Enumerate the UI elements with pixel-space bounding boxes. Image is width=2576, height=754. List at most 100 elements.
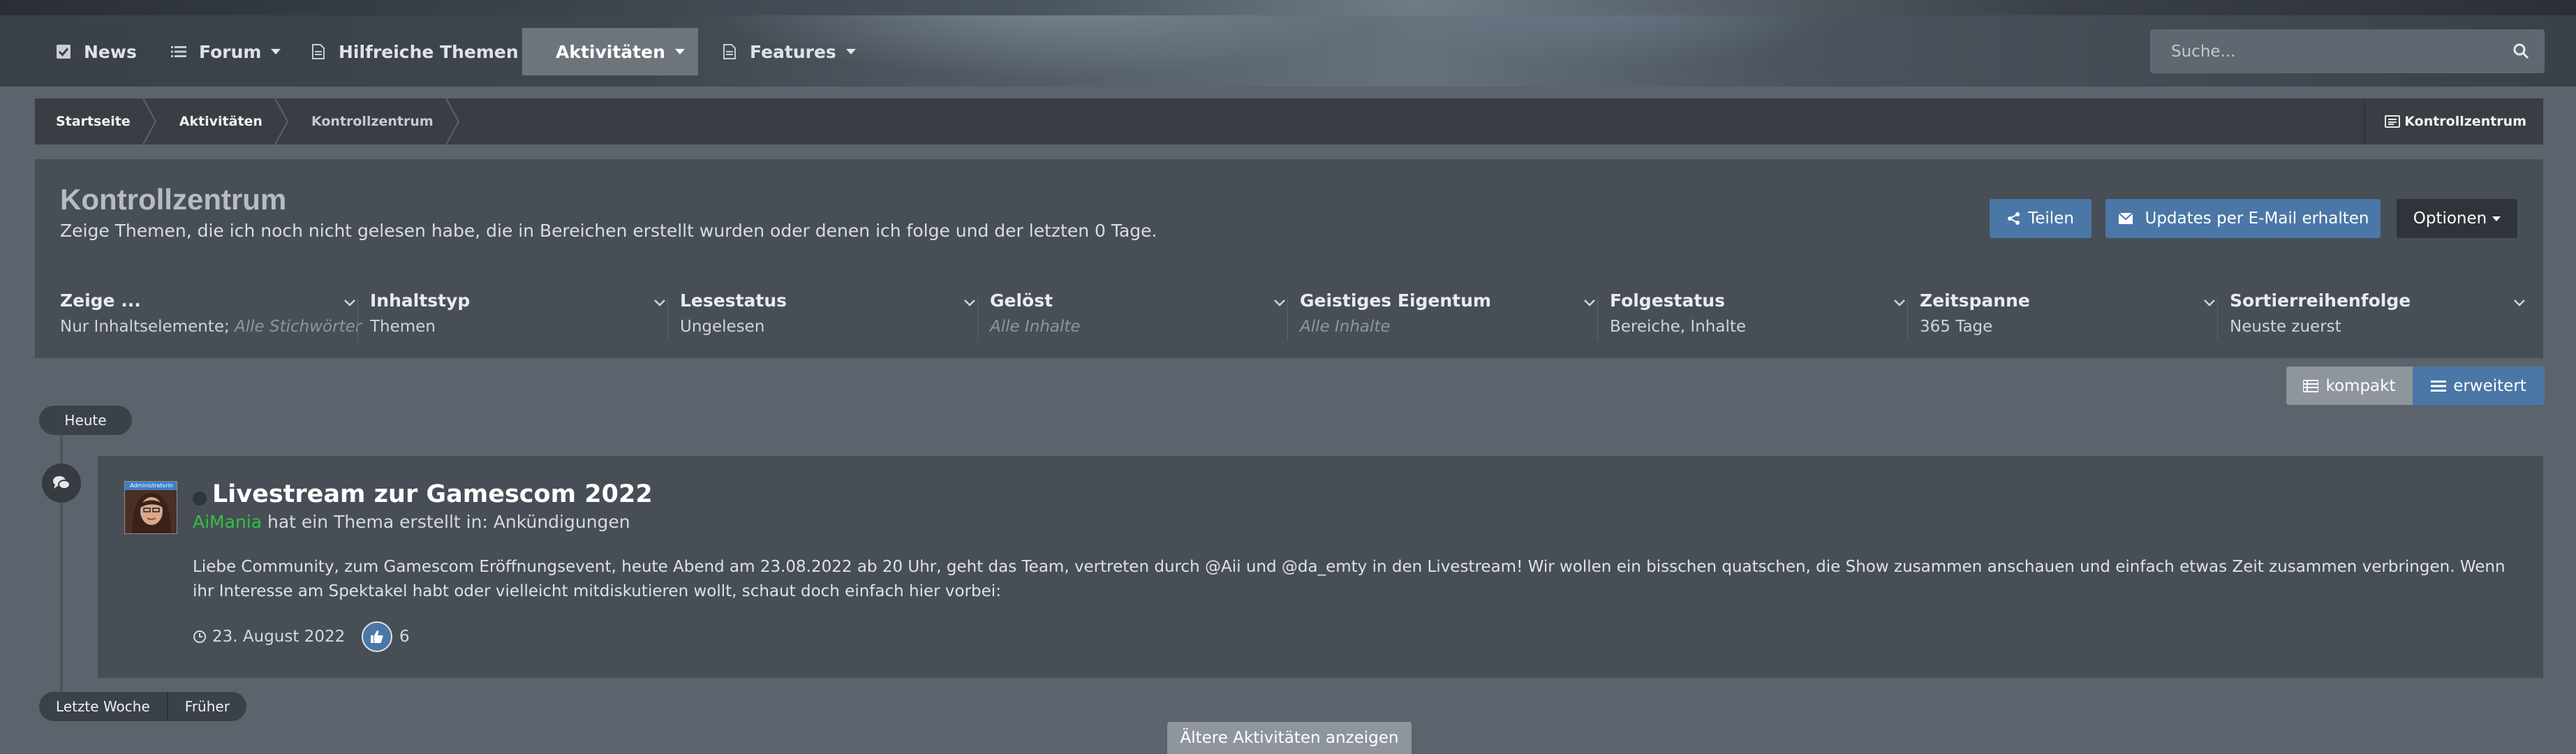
nav-item-label: Hilfreiche Themen [339, 41, 519, 62]
nav-item-news[interactable]: News [35, 28, 158, 75]
load-older-activities-button[interactable]: Ältere Aktivitäten anzeigen [1167, 722, 1412, 754]
activity-title[interactable]: Livestream zur Gamescom 2022 [212, 480, 653, 508]
filter-zeitspanne[interactable]: Zeitspanne 365 Tage [1907, 290, 2230, 341]
share-icon [2008, 212, 2020, 225]
filter-folgestatus[interactable]: Folgestatus Bereiche, Inhalte [1597, 290, 1920, 341]
filter-divider [357, 297, 358, 341]
breadcrumb-separator [445, 98, 459, 145]
breadcrumb-item-aktivitaeten[interactable]: Aktivitäten [158, 98, 290, 145]
chevron-down-icon [1894, 300, 1905, 306]
filter-label: Inhaltstyp [370, 290, 471, 311]
activity-date-text: 23. August 2022 [212, 628, 346, 646]
nav-item-forum[interactable]: Forum [150, 28, 302, 75]
checkbox-icon [57, 45, 71, 59]
activity-body: Liebe Community, zum Gamescom Eröffnungs… [193, 558, 2505, 600]
filter-label: Zeige ... [60, 290, 141, 311]
filter-placeholder: Alle Inhalte [990, 318, 1081, 336]
nav-item-aktivitaeten[interactable]: Aktivitäten [522, 28, 698, 75]
compact-view-label: kompakt [2325, 376, 2396, 395]
breadcrumb-right-link[interactable]: Kontrollzentrum [2364, 98, 2543, 145]
nav-item-label: Forum [199, 41, 262, 62]
chevron-down-icon [2204, 300, 2215, 306]
filter-value: Alle Inhalte [1300, 318, 1610, 336]
filter-divider [2217, 297, 2218, 341]
filter-zeige[interactable]: Zeige ... Nur Inhaltselemente; Alle Stic… [60, 290, 370, 341]
filter-value: Bereiche, Inhalte [1610, 318, 1747, 336]
top-navigation-bar: News Forum Hilfreiche Themen Aktivitäten… [0, 0, 2576, 87]
activity-date: 23. August 2022 [193, 628, 345, 646]
menu-icon [2431, 380, 2447, 392]
header-panel: Kontrollzentrum Zeige Themen, die ich no… [35, 159, 2543, 358]
like-count: 6 [399, 628, 410, 646]
nav-item-label: News [84, 41, 137, 62]
options-label: Optionen [2413, 209, 2487, 228]
document-icon [312, 44, 325, 59]
period-last-week[interactable]: Letzte Woche [39, 692, 168, 721]
filter-sortierreihenfolge[interactable]: Sortierreihenfolge Neuste zuerst [2217, 290, 2540, 341]
nav-item-label: Aktivitäten [556, 41, 665, 62]
breadcrumb-right-label: Kontrollzentrum [2404, 114, 2526, 129]
breadcrumb-item-startseite[interactable]: Startseite [35, 98, 158, 145]
chevron-down-icon [654, 300, 665, 306]
list-icon [2303, 379, 2319, 392]
breadcrumb-item-kontrollzentrum: Kontrollzentrum [290, 98, 461, 145]
filter-inhaltstyp[interactable]: Inhaltstyp Themen [357, 290, 680, 341]
list-icon [171, 46, 186, 57]
filter-geistiges-eigentum[interactable]: Geistiges Eigentum Alle Inhalte [1287, 290, 1610, 341]
like-icon[interactable] [362, 621, 392, 652]
compact-view-button[interactable]: kompakt [2286, 367, 2413, 405]
activity-meta-text: hat ein Thema erstellt in: Ankündigungen [267, 512, 630, 532]
share-button[interactable]: Teilen [1990, 199, 2092, 238]
breadcrumb-label: Kontrollzentrum [311, 114, 434, 129]
chevron-down-icon [2514, 300, 2525, 306]
filter-lesestatus[interactable]: Lesestatus Ungelesen [667, 290, 990, 341]
filter-placeholder: Alle Stichwörter [235, 318, 362, 336]
filter-label: Lesestatus [680, 290, 787, 311]
email-updates-label: Updates per E-Mail erhalten [2145, 209, 2369, 228]
share-button-label: Teilen [2028, 209, 2074, 228]
envelope-icon [2117, 212, 2133, 224]
activity-meta: AiMania hat ein Thema erstellt in: Ankün… [193, 512, 630, 532]
breadcrumb-label: Aktivitäten [179, 114, 262, 129]
breadcrumb-separator [142, 98, 156, 145]
chevron-down-icon [1584, 300, 1595, 306]
timeline-today-label: Heute [39, 406, 132, 435]
filter-geloest[interactable]: Gelöst Alle Inhalte [977, 290, 1300, 341]
filter-value: Alle Inhalte [990, 318, 1300, 336]
filter-label: Geistiges Eigentum [1300, 290, 1491, 311]
chevron-down-icon [845, 49, 856, 54]
nav-item-hilfreiche-themen[interactable]: Hilfreiche Themen [290, 28, 559, 75]
search-input[interactable] [2170, 41, 2508, 61]
status-indicator [193, 491, 207, 505]
options-button[interactable]: Optionen [2397, 199, 2517, 238]
search-icon[interactable] [2512, 43, 2529, 59]
period-earlier[interactable]: Früher [168, 692, 246, 721]
chevron-down-icon [344, 300, 355, 306]
avatar[interactable]: Administratorin [124, 481, 177, 534]
filter-value: Themen [370, 318, 436, 336]
filter-value: Ungelesen [680, 318, 765, 336]
email-updates-button[interactable]: Updates per E-Mail erhalten [2105, 199, 2381, 238]
filter-placeholder: Alle Inhalte [1300, 318, 1391, 336]
timeline-dot [42, 464, 81, 503]
extended-view-button[interactable]: erweitert [2413, 367, 2545, 405]
filter-label: Gelöst [990, 290, 1053, 311]
filter-divider [977, 297, 978, 341]
breadcrumb-label: Startseite [56, 114, 131, 129]
newspaper-icon [2385, 115, 2401, 128]
author-link[interactable]: AiMania [193, 512, 262, 532]
nav-item-features[interactable]: Features [701, 28, 877, 75]
page-title: Kontrollzentrum [60, 183, 287, 216]
filter-divider [667, 297, 668, 341]
filter-label: Sortierreihenfolge [2230, 290, 2411, 311]
filter-label: Zeitspanne [1920, 290, 2030, 311]
chevron-down-icon [964, 300, 975, 306]
filter-value: Nur Inhaltselemente; Alle Stichwörter [60, 318, 362, 336]
filter-divider [1287, 297, 1288, 341]
filter-bar: Zeige ... Nur Inhaltselemente; Alle Stic… [60, 290, 2543, 341]
breadcrumb-separator [274, 98, 289, 145]
filter-divider [1597, 297, 1598, 341]
page-description: Zeige Themen, die ich noch nicht gelesen… [60, 221, 1157, 241]
chevron-down-icon [674, 49, 685, 54]
filter-value: 365 Tage [1920, 318, 1993, 336]
